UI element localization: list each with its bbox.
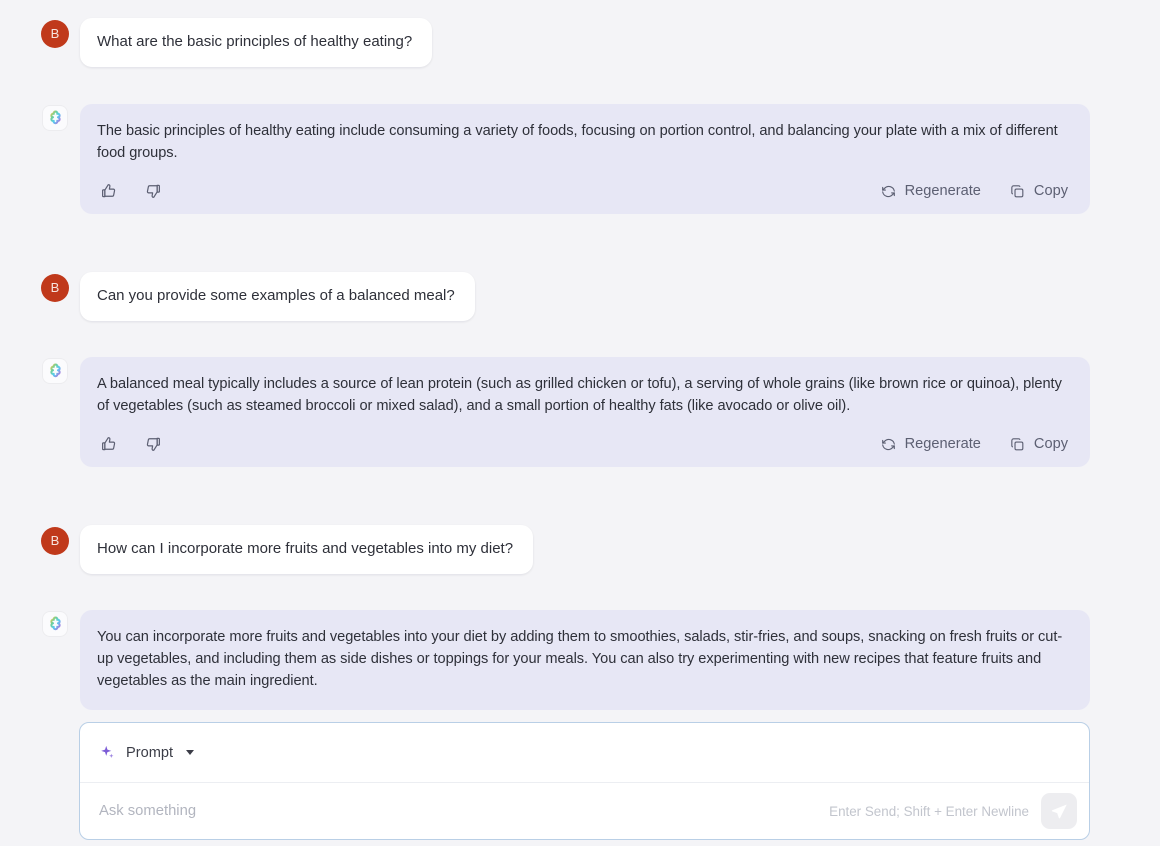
avatar[interactable]: B: [41, 274, 69, 302]
message-row-user: B How can I incorporate more fruits and …: [38, 525, 534, 574]
feedback-actions: [97, 182, 162, 200]
sparkle-icon: [99, 744, 116, 761]
sparkle-flower-icon: [43, 612, 67, 636]
sparkle-flower-icon: [43, 106, 67, 130]
thumbs-down-icon[interactable]: [144, 182, 162, 200]
regenerate-label: Regenerate: [904, 436, 981, 452]
user-message-bubble: Can you provide some examples of a balan…: [80, 272, 475, 321]
thumbs-down-icon[interactable]: [144, 435, 162, 453]
avatar-slot: [38, 104, 72, 130]
avatar[interactable]: B: [41, 20, 69, 48]
message-row-assistant: The basic principles of healthy eating i…: [38, 104, 1090, 214]
thumbs-up-icon[interactable]: [100, 435, 118, 453]
response-actions: Regenerate Copy: [880, 436, 1068, 453]
composer-toolbar: Prompt: [80, 723, 1089, 783]
assistant-message-bubble: You can incorporate more fruits and vege…: [80, 610, 1090, 710]
regenerate-button[interactable]: Regenerate: [880, 183, 981, 200]
assistant-message-text: You can incorporate more fruits and vege…: [97, 629, 1063, 689]
chat-app: B What are the basic principles of healt…: [0, 0, 1160, 846]
regenerate-button[interactable]: Regenerate: [880, 436, 981, 453]
thumbs-up-icon[interactable]: [100, 182, 118, 200]
message-row-assistant: You can incorporate more fruits and vege…: [38, 610, 1090, 710]
message-row-user: B What are the basic principles of healt…: [38, 18, 433, 67]
send-button[interactable]: [1041, 793, 1077, 829]
composer-input-row: Enter Send; Shift + Enter Newline: [80, 783, 1089, 839]
copy-button[interactable]: Copy: [1009, 183, 1068, 200]
avatar-slot: [38, 357, 72, 383]
ask-input[interactable]: [99, 803, 830, 819]
copy-label: Copy: [1033, 436, 1068, 452]
prompt-selector-button[interactable]: Prompt: [99, 744, 195, 761]
regenerate-label: Regenerate: [904, 183, 981, 199]
sparkle-flower-icon: [43, 359, 67, 383]
keyboard-hint: Enter Send; Shift + Enter Newline: [829, 803, 1029, 819]
prompt-selector-label: Prompt: [126, 744, 174, 761]
chevron-down-icon: [186, 750, 195, 755]
response-actions: Regenerate Copy: [880, 183, 1068, 200]
avatar-slot: [38, 610, 72, 636]
feedback-actions: [97, 435, 162, 453]
composer: Prompt Enter Send; Shift + Enter Newline: [79, 722, 1090, 840]
user-message-text: How can I incorporate more fruits and ve…: [97, 540, 514, 557]
user-message-text: Can you provide some examples of a balan…: [97, 287, 455, 304]
assistant-message-bubble: A balanced meal typically includes a sou…: [80, 357, 1090, 467]
user-message-bubble: How can I incorporate more fruits and ve…: [80, 525, 534, 574]
assistant-action-bar: Regenerate Copy: [97, 182, 1068, 200]
assistant-action-bar: Regenerate Copy: [97, 435, 1068, 453]
user-message-text: What are the basic principles of healthy…: [97, 33, 413, 50]
message-row-assistant: A balanced meal typically includes a sou…: [38, 357, 1090, 467]
copy-button[interactable]: Copy: [1009, 436, 1068, 453]
avatar-slot: B: [38, 525, 72, 555]
avatar-slot: B: [38, 272, 72, 302]
avatar-slot: B: [38, 18, 72, 48]
avatar[interactable]: B: [41, 527, 69, 555]
user-message-bubble: What are the basic principles of healthy…: [80, 18, 433, 67]
send-plane-icon: [1050, 802, 1069, 821]
copy-label: Copy: [1033, 183, 1068, 199]
assistant-message-bubble: The basic principles of healthy eating i…: [80, 104, 1090, 214]
assistant-message-text: The basic principles of healthy eating i…: [97, 123, 1058, 161]
message-row-user: B Can you provide some examples of a bal…: [38, 272, 475, 321]
assistant-message-text: A balanced meal typically includes a sou…: [97, 376, 1062, 414]
